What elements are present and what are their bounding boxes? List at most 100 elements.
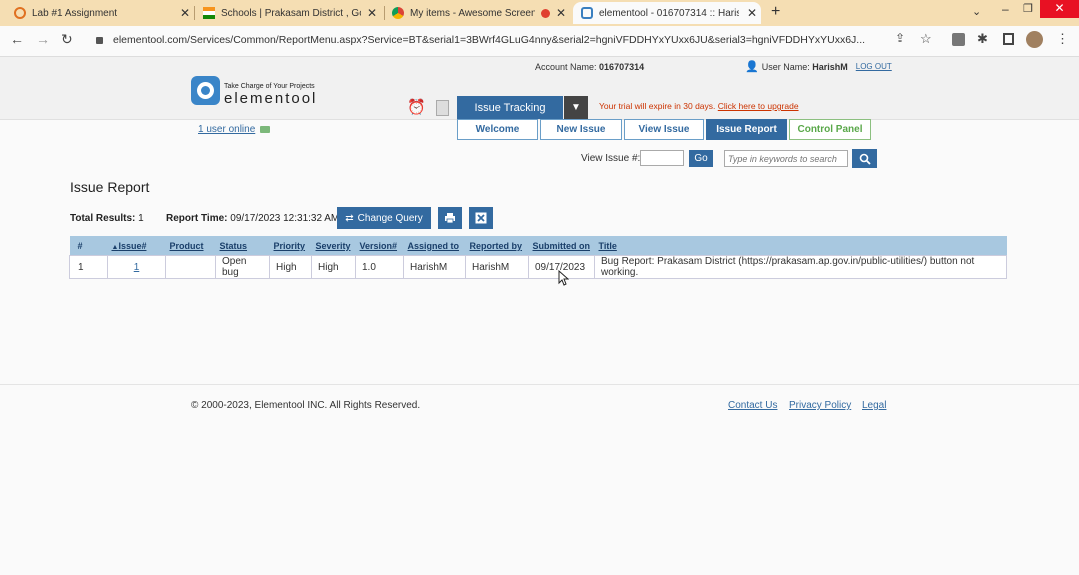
logo-tagline: Take Charge of Your Projects (224, 83, 315, 90)
user-info: 👤 User Name: HarishM LOG OUT (745, 60, 892, 73)
browser-tab-active[interactable]: elementool - 016707314 :: Harish ✕ (573, 2, 761, 24)
col-severity[interactable]: Severity (311, 236, 356, 256)
issue-link[interactable]: 1 (134, 262, 140, 273)
cell-assigned: HarishM (403, 255, 466, 279)
user-icon: 👤 (745, 61, 759, 73)
close-icon[interactable]: ✕ (747, 6, 757, 20)
extension-icon[interactable] (952, 33, 965, 46)
query-icon: ⇄ (345, 212, 354, 224)
legal-link[interactable]: Legal (862, 400, 886, 411)
close-icon[interactable]: ✕ (556, 6, 566, 20)
browser-tab-strip: Lab #1 Assignment ✕ Schools | Prakasam D… (0, 0, 1079, 26)
users-online-link[interactable]: 1 user online (198, 124, 255, 135)
col-title[interactable]: Title (594, 236, 1007, 256)
elementool-logo-icon (191, 76, 220, 105)
tab-view-issue[interactable]: View Issue (624, 119, 704, 140)
minimize-icon[interactable]: – (1002, 2, 1009, 16)
new-tab-icon[interactable]: + (771, 3, 780, 21)
view-issue-input[interactable] (640, 150, 684, 166)
browser-tab[interactable]: Lab #1 Assignment ✕ (14, 2, 194, 24)
browser-tab[interactable]: Schools | Prakasam District , Gov ✕ (203, 2, 381, 24)
trial-notice: Your trial will expire in 30 days. Click… (599, 101, 799, 111)
browser-tab[interactable]: My items - Awesome Screen ✕ (392, 2, 570, 24)
user-label: User Name: (761, 61, 810, 72)
cell-product (165, 255, 216, 279)
search-icon (859, 153, 871, 165)
col-assigned[interactable]: Assigned to (403, 236, 466, 256)
contact-us-link[interactable]: Contact Us (728, 400, 777, 411)
menu-icon[interactable]: ⋮ (1056, 31, 1069, 47)
table-row[interactable]: 1 1 Open bug High High 1.0 HarishM Haris… (69, 255, 1007, 279)
logout-link[interactable]: LOG OUT (856, 62, 892, 71)
footer: © 2000-2023, Elementool INC. All Rights … (0, 384, 1079, 575)
col-priority[interactable]: Priority (269, 236, 312, 256)
copyright: © 2000-2023, Elementool INC. All Rights … (191, 400, 421, 411)
app-header: Take Charge of Your Projects elementool … (0, 57, 1079, 120)
url-text: elementool.com/Services/Common/ReportMen… (113, 34, 866, 46)
loading-icon (14, 7, 26, 19)
printer-icon (445, 213, 455, 224)
col-version[interactable]: Version# (355, 236, 404, 256)
chat-icon[interactable] (260, 126, 271, 133)
cell-version: 1.0 (355, 255, 404, 279)
avatar[interactable] (1026, 31, 1043, 48)
cell-number: 1 (69, 255, 108, 279)
results-table: # ▲Issue# Product Status Priority Severi… (69, 236, 1007, 279)
tab-control-panel[interactable]: Control Panel (789, 119, 871, 140)
table-header-row: # ▲Issue# Product Status Priority Severi… (69, 236, 1007, 256)
search-button[interactable] (852, 149, 877, 168)
col-submitted[interactable]: Submitted on (528, 236, 595, 256)
reload-icon[interactable]: ↻ (61, 31, 73, 48)
col-issue[interactable]: ▲Issue# (107, 236, 166, 256)
print-button[interactable] (438, 207, 462, 229)
sidepanel-icon[interactable] (1003, 33, 1014, 45)
share-icon[interactable]: ⇪ (895, 31, 905, 45)
back-icon[interactable]: ← (10, 31, 24, 47)
dropdown-arrow-icon[interactable]: ▼ (564, 96, 588, 119)
total-value: 1 (138, 213, 144, 224)
address-bar[interactable]: elementool.com/Services/Common/ReportMen… (86, 29, 886, 51)
tab-issue-report[interactable]: Issue Report (706, 119, 787, 140)
tab-title: Schools | Prakasam District , Gov (221, 7, 361, 19)
users-online: 1 user online (198, 124, 271, 135)
close-icon[interactable]: ✕ (180, 6, 190, 20)
col-product[interactable]: Product (165, 236, 216, 256)
keyword-search-input[interactable] (724, 150, 848, 167)
notes-icon[interactable] (436, 100, 449, 116)
close-icon[interactable]: ✕ (367, 6, 377, 20)
browser-toolbar: ← → ↻ elementool.com/Services/Common/Rep… (0, 26, 1079, 57)
close-window-icon[interactable]: ✕ (1040, 0, 1079, 18)
time-label: Report Time: (166, 213, 228, 224)
mouse-cursor-icon (558, 270, 569, 286)
cell-reported: HarishM (465, 255, 529, 279)
tab-search-icon[interactable]: ⌄ (972, 5, 981, 18)
excel-export-button[interactable] (469, 207, 493, 229)
puzzle-icon[interactable]: ✱ (977, 31, 988, 47)
alarm-clock-icon[interactable]: ⏰ (407, 98, 426, 116)
change-query-label: Change Query (357, 212, 423, 224)
col-reported[interactable]: Reported by (465, 236, 529, 256)
logo-name: elementool (224, 90, 318, 107)
flag-icon (203, 7, 215, 19)
upgrade-link[interactable]: Click here to upgrade (718, 101, 799, 111)
account-value: 016707314 (599, 62, 645, 72)
service-selector[interactable]: Issue Tracking (457, 96, 563, 119)
privacy-policy-link[interactable]: Privacy Policy (789, 400, 851, 411)
account-info: Account Name: 016707314 (535, 62, 644, 72)
cell-priority: High (269, 255, 312, 279)
go-button[interactable]: Go (689, 150, 713, 167)
star-icon[interactable]: ☆ (920, 31, 932, 47)
total-results: Total Results: 1 (70, 213, 144, 224)
trial-text: Your trial will expire in 30 days. (599, 101, 716, 111)
change-query-button[interactable]: ⇄ Change Query (337, 207, 431, 229)
tab-new-issue[interactable]: New Issue (540, 119, 622, 140)
forward-icon[interactable]: → (36, 31, 50, 47)
report-time: Report Time: 09/17/2023 12:31:32 AM (166, 213, 339, 224)
restore-icon[interactable]: ❐ (1023, 2, 1033, 15)
col-status[interactable]: Status (215, 236, 270, 256)
tab-welcome[interactable]: Welcome (457, 119, 538, 140)
user-value: HarishM (812, 61, 848, 72)
col-issue-label: Issue# (118, 240, 147, 251)
cell-title: Bug Report: Prakasam District (https://p… (594, 255, 1007, 279)
tab-title: elementool - 016707314 :: Harish (599, 7, 739, 19)
